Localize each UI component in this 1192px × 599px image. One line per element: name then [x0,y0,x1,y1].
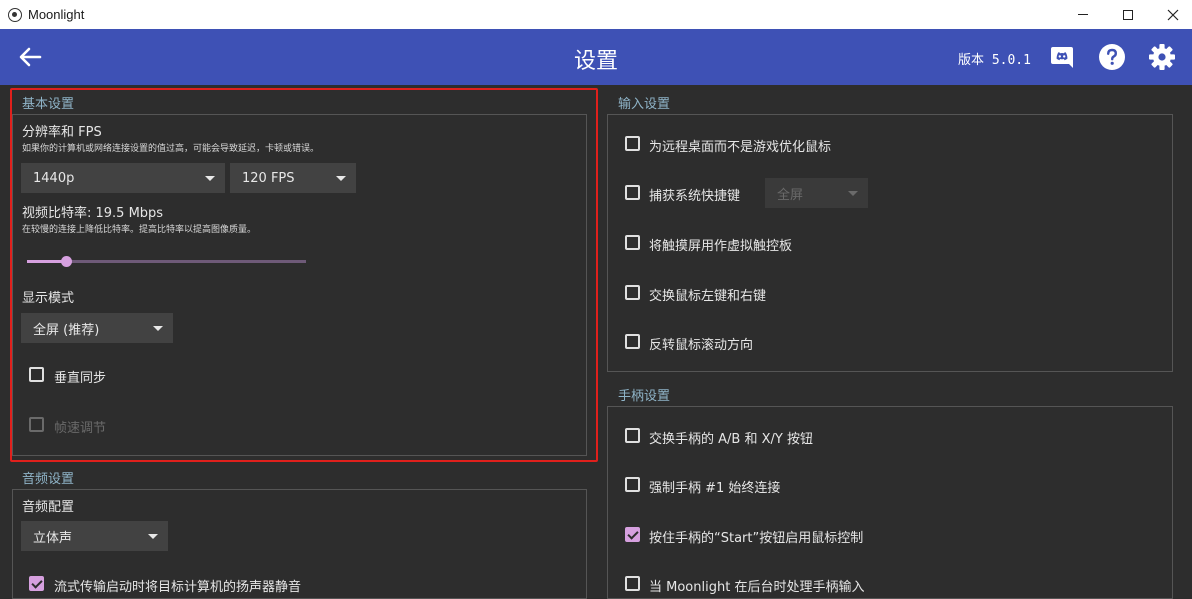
close-icon [1167,9,1179,20]
gamepad-settings-title: 手柄设置 [618,389,671,404]
chevron-down-icon [848,191,858,196]
background-gamepad-checkbox[interactable] [625,576,640,591]
maximize-icon [1123,9,1133,20]
minimize-icon [1078,14,1088,15]
close-button[interactable] [1150,0,1192,29]
app-header: 设置 版本 5.0.1 [0,29,1192,85]
force-gamepad-checkbox[interactable] [625,477,640,492]
optimize-mouse-checkbox[interactable] [625,136,640,151]
touch-trackpad-label: 将触摸屏用作虚拟触控板 [649,239,793,254]
help-icon[interactable] [1098,43,1126,71]
audio-config-label: 音频配置 [22,500,75,515]
maximize-button[interactable] [1105,0,1151,29]
capture-shortcuts-checkbox[interactable] [625,185,640,200]
audio-config-dropdown[interactable]: 立体声 [21,521,168,551]
swap-mouse-buttons-label: 交换鼠标左键和右键 [649,289,767,304]
audio-config-dropdown-value: 立体声 [33,530,73,546]
start-mouse-control-checkbox[interactable] [625,527,640,542]
background-gamepad-label: 当 Moonlight 在后台时处理手柄输入 [649,580,865,595]
mute-host-checkbox[interactable] [29,576,44,591]
highlight-outline [10,88,598,462]
swap-ab-xy-checkbox[interactable] [625,428,640,443]
optimize-mouse-label: 为远程桌面而不是游戏优化鼠标 [649,140,832,155]
audio-settings-title: 音频设置 [22,472,75,487]
input-settings-title: 输入设置 [618,97,671,112]
reverse-scroll-label: 反转鼠标滚动方向 [649,338,754,353]
swap-ab-xy-label: 交换手柄的 A/B 和 X/Y 按钮 [649,432,813,447]
capture-shortcuts-dropdown-value: 全屏 [777,187,804,203]
touch-trackpad-checkbox[interactable] [625,235,640,250]
gear-icon[interactable] [1148,43,1176,71]
minimize-button[interactable] [1060,0,1106,29]
chevron-down-icon [148,534,158,539]
window-title: Moonlight [28,7,85,22]
moonlight-app-icon [8,7,22,22]
window-titlebar: Moonlight [0,0,1192,29]
reverse-scroll-checkbox[interactable] [625,334,640,349]
start-mouse-control-label: 按住手柄的“Start”按钮启用鼠标控制 [649,531,864,546]
mute-host-label: 流式传输启动时将目标计算机的扬声器静音 [54,580,302,595]
discord-icon[interactable] [1048,43,1076,71]
swap-mouse-buttons-checkbox[interactable] [625,285,640,300]
capture-shortcuts-dropdown[interactable]: 全屏 [765,178,868,208]
force-gamepad-label: 强制手柄 #1 始终连接 [649,481,781,496]
capture-shortcuts-label: 捕获系统快捷键 [649,189,741,204]
version-label: 版本 5.0.1 [958,53,1031,68]
